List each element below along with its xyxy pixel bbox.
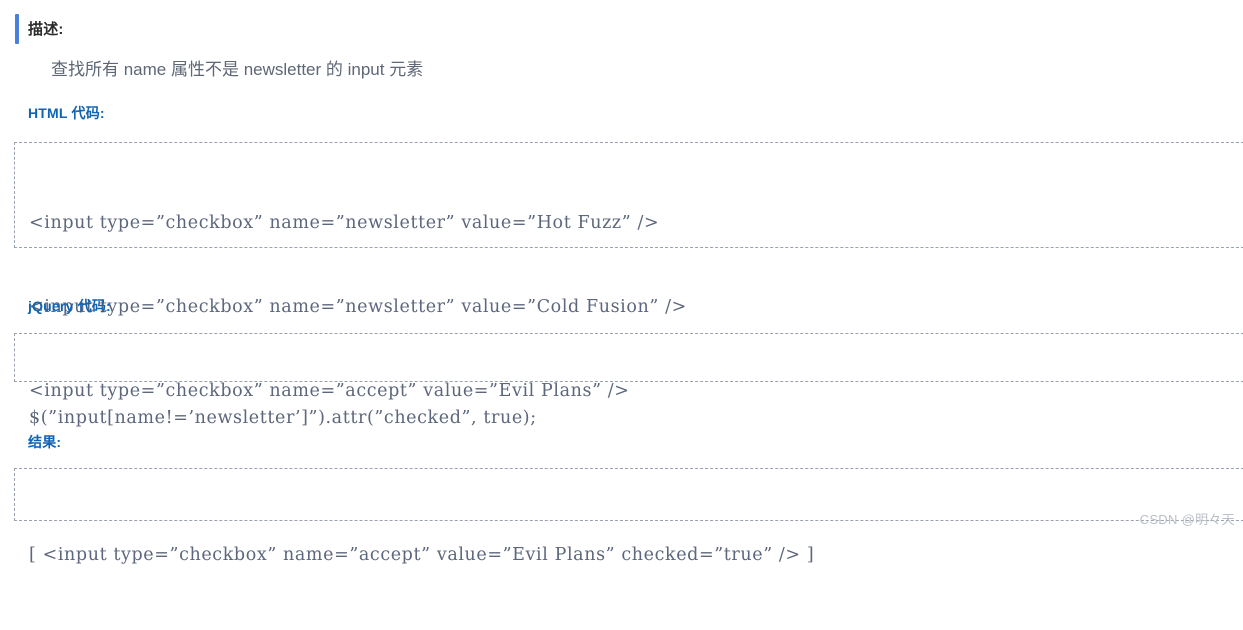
jquery-code-block: $(”input[name!=’newsletter’]”).attr(”che… — [14, 333, 1243, 428]
result-code-block: [ <input type=”checkbox” name=”accept” v… — [14, 468, 1243, 565]
jquery-doc-page: 描述: 查找所有 name 属性不是 newsletter 的 input 元素… — [0, 0, 1243, 565]
code-line: <input type=”checkbox” name=”newsletter”… — [29, 213, 660, 233]
code-line: [ <input type=”checkbox” name=”accept” v… — [29, 545, 815, 565]
csdn-watermark: CSDN @明々天 — [1139, 512, 1235, 527]
jquery-section-heading: jQuery 代码: — [28, 298, 111, 314]
result-section-heading: 结果: — [28, 434, 62, 450]
result-code-lines: [ <input type=”checkbox” name=”accept” v… — [29, 480, 814, 630]
code-line: <input type=”checkbox” name=”newsletter”… — [29, 297, 687, 317]
accent-bar — [15, 14, 19, 44]
code-line: $(”input[name!=’newsletter’]”).attr(”che… — [29, 408, 537, 428]
html-code-block: <input type=”checkbox” name=”newsletter”… — [14, 142, 1243, 401]
description-heading: 描述: — [15, 14, 64, 44]
html-section-heading: HTML 代码: — [28, 105, 105, 121]
description-text: 查找所有 name 属性不是 newsletter 的 input 元素 — [51, 60, 424, 79]
description-heading-label: 描述: — [28, 20, 64, 38]
